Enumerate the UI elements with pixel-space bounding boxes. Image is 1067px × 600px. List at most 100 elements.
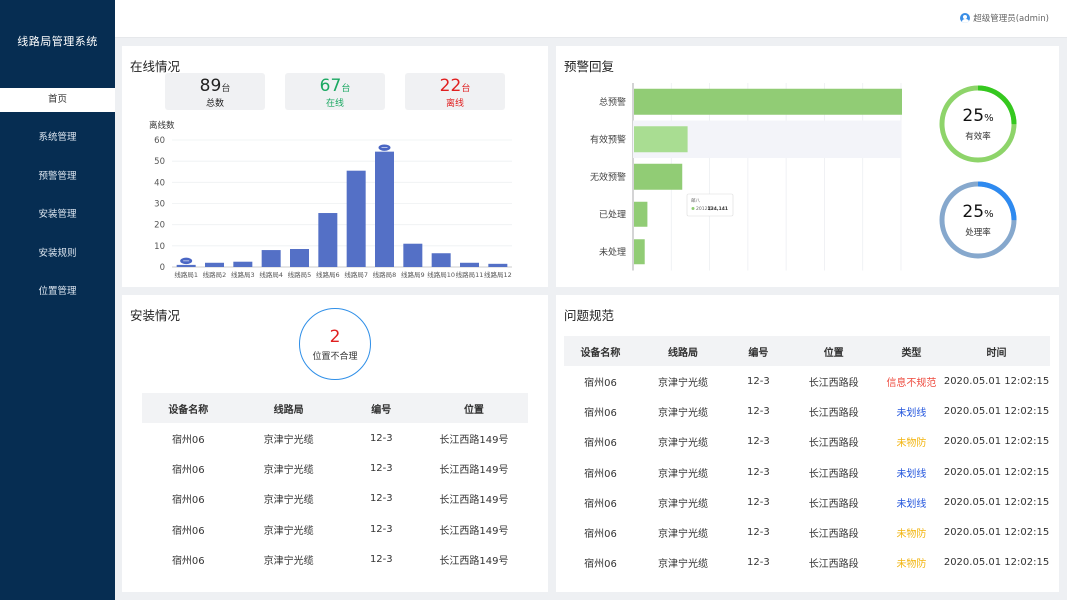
cell-location: 长江西路149号 <box>439 525 509 537</box>
table-row[interactable]: 宿州06 京津宁光缆 12-3 长江西路149号 <box>142 423 528 453</box>
bar[interactable] <box>318 213 338 267</box>
offline-bar-chart: 离线数 0 10 20 30 40 50 60 线路局1 线路局2 线路局3 线路局4 线路局5 线路局6… <box>149 120 512 279</box>
cell-number: 12-3 <box>369 462 393 474</box>
cell-device-name: 宿州06 <box>584 377 617 389</box>
y-axis-label: 离线数 <box>149 120 175 131</box>
cell-line-bureau: 京津宁光缆 <box>658 377 709 389</box>
cell-line-bureau: 京津宁光缆 <box>658 468 709 480</box>
bar[interactable] <box>233 261 253 267</box>
cell-location: 长江西路段 <box>808 407 859 419</box>
col-location[interactable]: 位置 <box>787 336 880 366</box>
cell-device-name: 宿州06 <box>171 464 205 476</box>
bar[interactable] <box>488 263 508 267</box>
col-device-name[interactable]: 设备名称 <box>142 393 235 423</box>
cell-type: 未物防 <box>896 559 927 571</box>
tooltip-value: 134,141 <box>708 206 729 212</box>
bar[interactable] <box>205 262 224 267</box>
bar[interactable] <box>431 253 451 267</box>
cell-line-bureau: 京津宁光缆 <box>263 464 314 476</box>
sidebar-item-install[interactable]: 安装管理 <box>0 203 115 242</box>
x-tick-label: 线路局10 <box>427 270 455 279</box>
table-row[interactable]: 宿州06 京津宁光缆 12-3 长江西路149号 <box>142 514 528 544</box>
col-number[interactable]: 编号 <box>729 336 788 366</box>
cell-line-bureau: 京津宁光缆 <box>658 559 709 571</box>
cell-device-name: 宿州06 <box>584 559 617 571</box>
cell-device-name: 宿州06 <box>584 438 617 450</box>
table-row[interactable]: 宿州06 京津宁光缆 12-3 长江西路段 未物防 2020.05.01 12:02:15 <box>564 427 1050 457</box>
topbar: 超级管理员(admin) <box>115 0 1067 38</box>
sidebar: 线路局管理系统 首页 系统管理 预警管理 安装管理 安装规则 位置管理 <box>0 0 115 600</box>
table-header-row: 设备名称 线路局 编号 位置 <box>142 393 528 423</box>
install-card: 安装情况 2 位置不合理 设备名称 线路局 编号 位置 宿州06 京津宁光缆 12-… <box>122 295 548 592</box>
cell-line-bureau: 京津宁光缆 <box>263 434 314 446</box>
col-line-bureau[interactable]: 线路局 <box>234 393 343 423</box>
x-tick-label: 线路局8 <box>373 270 397 279</box>
table-row[interactable]: 宿州06 京津宁光缆 12-3 长江西路段 未划线 2020.05.01 12:02:15 <box>564 457 1050 487</box>
x-tick-label: 线路局1 <box>174 270 198 279</box>
cell-type: 未划线 <box>896 498 927 510</box>
sidebar-item-system[interactable]: 系统管理 <box>0 126 115 165</box>
col-type[interactable]: 类型 <box>879 336 944 366</box>
bar[interactable] <box>634 88 902 115</box>
cell-number: 12-3 <box>747 436 770 448</box>
cell-device-name: 宿州06 <box>171 555 205 567</box>
bar[interactable] <box>346 170 366 267</box>
table-header-row: 设备名称 线路局 编号 位置 类型 时间 <box>564 336 1050 366</box>
table-row[interactable]: 宿州06 京津宁光缆 12-3 长江西路段 未划线 2020.05.01 12:02:15 <box>564 396 1050 426</box>
bar[interactable] <box>634 126 688 153</box>
y-tick-label: 0 <box>160 263 165 273</box>
bar[interactable] <box>375 151 394 267</box>
cell-device-name: 宿州06 <box>171 434 205 446</box>
x-tick-label: 线路局9 <box>401 270 425 279</box>
table-row[interactable]: 宿州06 京津宁光缆 12-3 长江西路段 未划线 2020.05.01 12:02:15 <box>564 487 1050 517</box>
table-row[interactable]: 宿州06 京津宁光缆 12-3 长江西路149号 <box>142 484 528 514</box>
cell-device-name: 宿州06 <box>584 407 617 419</box>
table-row[interactable]: 宿州06 京津宁光缆 12-3 长江西路149号 <box>142 453 528 483</box>
x-tick-label: 线路局3 <box>231 270 255 279</box>
cell-line-bureau: 京津宁光缆 <box>263 495 314 507</box>
table-row[interactable]: 宿州06 京津宁光缆 12-3 长江西路段 未物防 2020.05.01 12:02:15 <box>564 548 1050 578</box>
cell-type: 未物防 <box>896 529 927 541</box>
bar[interactable] <box>634 201 648 227</box>
tooltip-marker <box>691 207 695 210</box>
y-tick-label: 10 <box>154 242 165 252</box>
y-tick-label: 无效预警 <box>590 171 626 183</box>
bar[interactable] <box>403 243 423 267</box>
cell-time: 2020.05.01 12:02:15 <box>943 557 1050 569</box>
bar[interactable] <box>634 163 683 190</box>
y-tick-label: 40 <box>154 178 165 188</box>
cell-line-bureau: 京津宁光缆 <box>658 438 709 450</box>
install-table: 设备名称 线路局 编号 位置 宿州06 京津宁光缆 12-3 长江西路149号 宿州06… <box>142 393 528 574</box>
sidebar-item-location[interactable]: 位置管理 <box>0 280 115 319</box>
cell-location: 长江西路段 <box>808 559 859 571</box>
unreasonable-location-badge[interactable]: 2 位置不合理 <box>299 308 371 380</box>
col-location[interactable]: 位置 <box>419 393 528 423</box>
cell-location: 长江西路149号 <box>439 495 509 507</box>
col-device-name[interactable]: 设备名称 <box>564 336 637 366</box>
table-row[interactable]: 宿州06 京津宁光缆 12-3 长江西路149号 <box>142 544 528 574</box>
cell-number: 12-3 <box>747 466 770 478</box>
bar[interactable] <box>176 264 196 267</box>
tooltip-title: 邮八 <box>691 197 700 204</box>
col-time[interactable]: 时间 <box>943 336 1050 366</box>
col-number[interactable]: 编号 <box>342 393 420 423</box>
sidebar-item-warning[interactable]: 预警管理 <box>0 165 115 204</box>
bar[interactable] <box>290 249 309 267</box>
cell-location: 长江西路149号 <box>439 434 509 446</box>
y-tick-label: 60 <box>154 136 165 146</box>
bar[interactable] <box>261 250 281 267</box>
unreasonable-count: 2 <box>329 326 341 347</box>
bar[interactable] <box>634 239 645 265</box>
effective-rate-value: 25% <box>962 105 994 126</box>
cell-number: 12-3 <box>747 496 770 508</box>
sidebar-item-install-rules[interactable]: 安装规则 <box>0 242 115 281</box>
user-menu[interactable]: 超级管理员(admin) <box>960 12 1049 24</box>
y-tick-label: 20 <box>154 221 165 231</box>
bar[interactable] <box>460 262 479 267</box>
cell-type: 信息不规范 <box>886 377 937 389</box>
table-row[interactable]: 宿州06 京津宁光缆 12-3 长江西路段 未物防 2020.05.01 12:02:15 <box>564 517 1050 547</box>
cell-time: 2020.05.01 12:02:15 <box>943 466 1050 478</box>
col-line-bureau[interactable]: 线路局 <box>636 336 730 366</box>
sidebar-item-home[interactable]: 首页 <box>0 88 115 112</box>
table-row[interactable]: 宿州06 京津宁光缆 12-3 长江西路段 信息不规范 2020.05.01 12:02:… <box>564 366 1050 396</box>
